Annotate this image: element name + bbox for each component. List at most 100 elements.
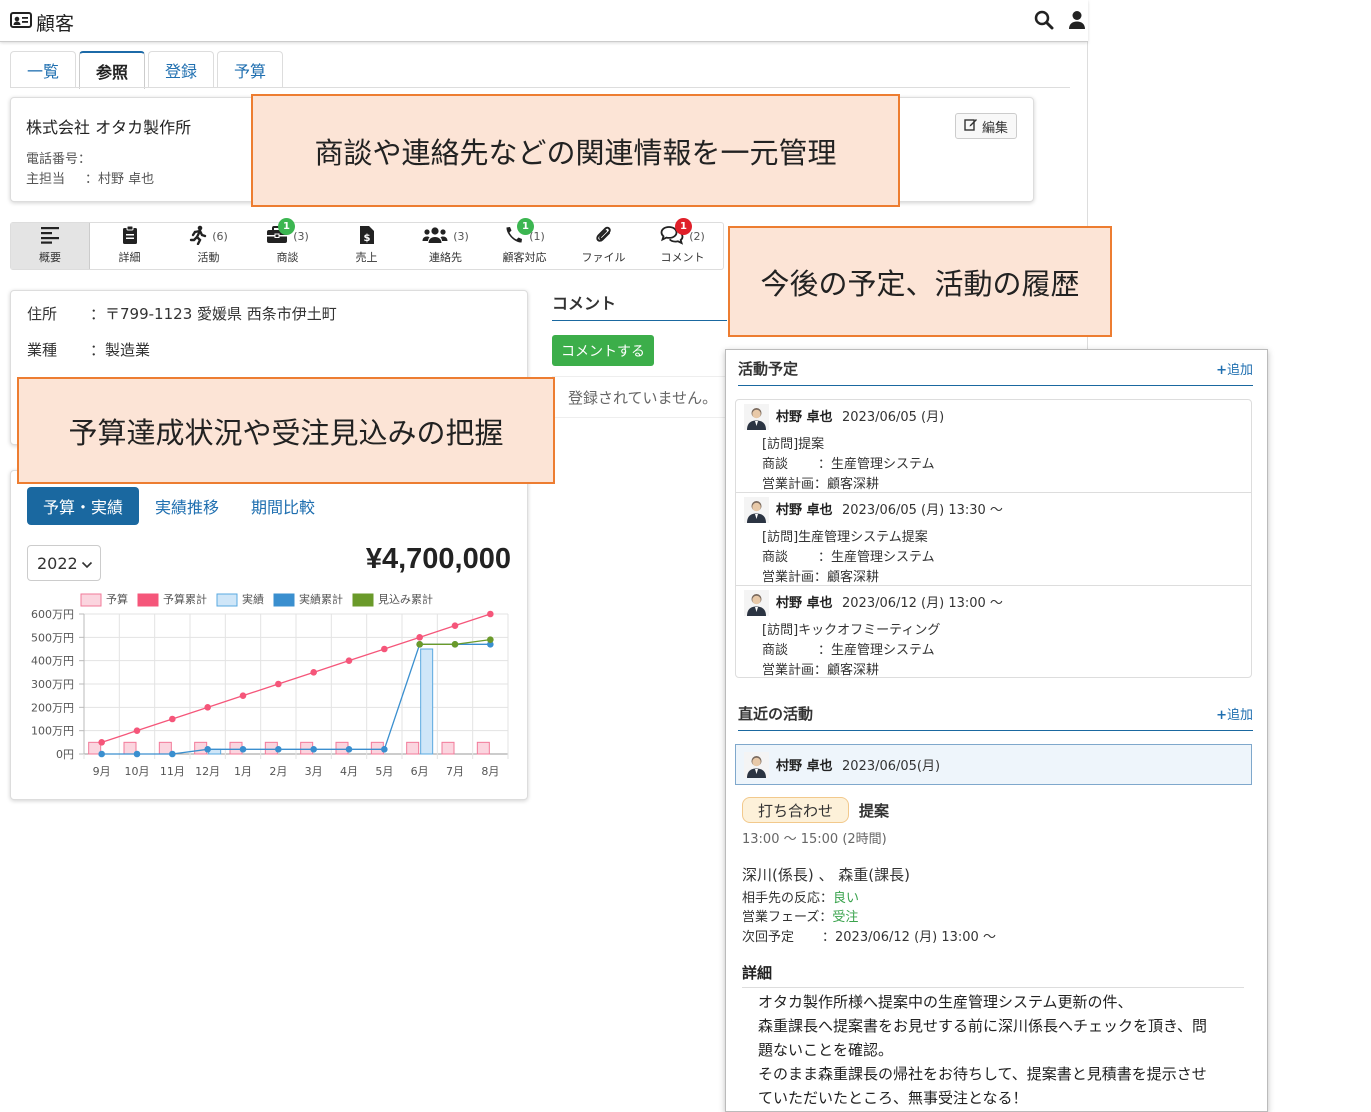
recent-title: 直近の活動 [738,705,814,723]
deal-value: ：生産管理システム [818,550,935,565]
point-予算累計 [451,622,459,629]
next-value: ：2023/06/12 (月) 13:00 ～ [822,930,996,945]
nav-activity-label: 活動 [197,251,220,264]
phase-value: 受注 [832,910,859,925]
schedule-add-button[interactable]: +追加 [1216,359,1253,378]
point-予算累計 [345,657,353,664]
point-見込み累計 [487,636,494,643]
nav-activity[interactable]: (6) 活動 [169,223,248,269]
point-実績累計 [345,746,353,753]
recent-activity-header[interactable]: 村野 卓也 2023/06/05(月) [735,744,1252,785]
avatar [744,497,769,523]
point-予算累計 [275,680,282,688]
callout-schedule-history: 今後の予定、活動の履歴 [728,226,1112,337]
year-value: 2022 [37,553,78,573]
nav-comments[interactable]: 1 (2) コメント [643,218,722,269]
user-icon[interactable] [1068,10,1086,34]
point-予算累計 [98,739,105,746]
activity-type-chip: 打ち合わせ [742,797,850,823]
schedule-date: 2023/06/05 (月) [842,410,945,425]
deals-count: (3) [293,229,309,243]
schedule-date: 2023/06/05 (月) 13:30 ～ [842,503,1003,518]
owner-value: ：村野 卓也 [85,172,155,187]
schedule-item[interactable]: 村野 卓也 2023/06/12 (月) 13:00 ～ [訪問]キックオフミー… [736,586,1251,679]
point-予算累計 [239,692,247,699]
tab-register[interactable]: 登録 [148,51,215,87]
plan-value: ：顧客深耕 [814,477,880,492]
nav-comments-label: コメント [660,251,705,264]
legend-swatch [352,593,374,607]
detail-line: そのまま森重課長の帰社をお待ちして、提案書と見積書を提示させ [758,1065,1207,1083]
tab-view[interactable]: 参照 [79,51,146,89]
clipboard-icon [122,225,138,248]
point-予算累計 [487,610,494,618]
point-実績累計 [381,746,388,753]
y-tick-label: 500万円 [31,631,74,644]
budget-card: 予算・実績 実績推移 期間比較 2022 ¥4,700,000 予算 予算累計 実績… [10,470,528,800]
schedule-owner: 村野 卓也 [776,503,833,518]
users-icon [422,226,448,247]
tab-budget-actual[interactable]: 予算・実績 [27,487,140,525]
bar-予算 [476,741,490,755]
contacts-count: (3) [453,229,469,243]
comment-title: コメント [552,290,727,321]
detail-body: オタカ製作所様へ提案中の生産管理システム更新の件、 森重課長へ提案書をお見せする… [758,990,1242,1110]
edit-button[interactable]: 編集 [954,113,1017,139]
tab-list[interactable]: 一覧 [10,51,77,87]
recent-date: 2023/06/05(月) [842,759,941,774]
x-tick-label: 1月 [234,765,252,778]
callout-budget-status: 予算達成状況や受注見込みの把握 [17,377,555,484]
legend-label: 実績累計 [299,592,343,606]
edit-icon [964,117,978,135]
point-実績累計 [169,750,176,758]
schedule-title: 活動予定 [738,360,799,378]
bar-予算 [406,741,420,755]
nav-support[interactable]: 1 (1) 顧客対応 [485,218,564,269]
year-select[interactable]: 2022 [27,545,101,581]
comments-badge: 1 [675,218,692,235]
search-icon[interactable] [1034,10,1054,34]
schedule-subject: [訪問]キックオフミーティング [762,623,941,638]
nav-sales[interactable]: $ 売上 [327,223,406,269]
schedule-item[interactable]: 村野 卓也 2023/06/05 (月) 13:30 ～ [訪問]生産管理システ… [736,493,1251,586]
schedule-list: 村野 卓也 2023/06/05 (月) [訪問]提案 商談 ：生産管理システム … [735,399,1252,678]
budget-chart: 予算 予算累計 実績 実績累計 見込み累計 0円 100万円 200万円 300万円 400万円 5… [31,592,509,778]
recent-add-button[interactable]: +追加 [1216,704,1253,723]
legend-label: 見込み累計 [378,592,433,606]
schedule-subject: [訪問]生産管理システム提案 [762,530,928,545]
plan-label: 営業計画 [762,477,815,492]
nav-contacts[interactable]: (3) 連絡先 [406,223,485,269]
point-実績累計 [204,746,211,753]
add-comment-button[interactable]: コメントする [552,335,654,366]
address-value: ：〒799-1123 愛媛県 西条市伊土町 [90,305,337,323]
bar-予算 [88,741,102,755]
schedule-item[interactable]: 村野 卓也 2023/06/05 (月) [訪問]提案 商談 ：生産管理システム … [736,400,1251,493]
nav-support-label: 顧客対応 [502,251,547,264]
customer-name: 株式会社 オタカ製作所 [26,118,192,137]
tab-period-compare[interactable]: 期間比較 [235,487,331,525]
owner-label: 主担当 [26,172,66,187]
recent-add-label: 追加 [1226,708,1253,723]
budget-amount: ¥4,700,000 [365,543,511,575]
bar-予算 [441,741,455,755]
nav-overview[interactable]: 概要 [11,223,90,269]
plus-icon: + [1216,363,1227,378]
tab-actual-trend[interactable]: 実績推移 [139,487,235,525]
support-badge: 1 [517,218,534,235]
x-tick-label: 3月 [305,765,323,778]
nav-detail[interactable]: 詳細 [90,223,169,269]
nav-deals-label: 商談 [276,251,299,264]
x-tick-label: 8月 [481,765,499,778]
bar-実績 [420,648,434,755]
recent-subject: 提案 [859,802,890,820]
owner-row: 主担当 ：村野 卓也 [26,168,154,187]
detail-line: 森重課長へ提案書をお見せする前に深川係長へチェックを頂き、問 [758,1017,1207,1035]
legend-swatch [80,593,102,607]
edit-label: 編集 [981,120,1008,136]
nav-deals[interactable]: 1 (3) 商談 [248,218,327,269]
point-実績累計 [98,750,105,758]
next-row: 次回予定 ：2023/06/12 (月) 13:00 ～ [742,926,996,945]
tab-budget[interactable]: 予算 [217,51,284,87]
phase-row: 営業フェーズ：受注 [742,906,858,925]
nav-files[interactable]: ファイル [564,223,643,269]
